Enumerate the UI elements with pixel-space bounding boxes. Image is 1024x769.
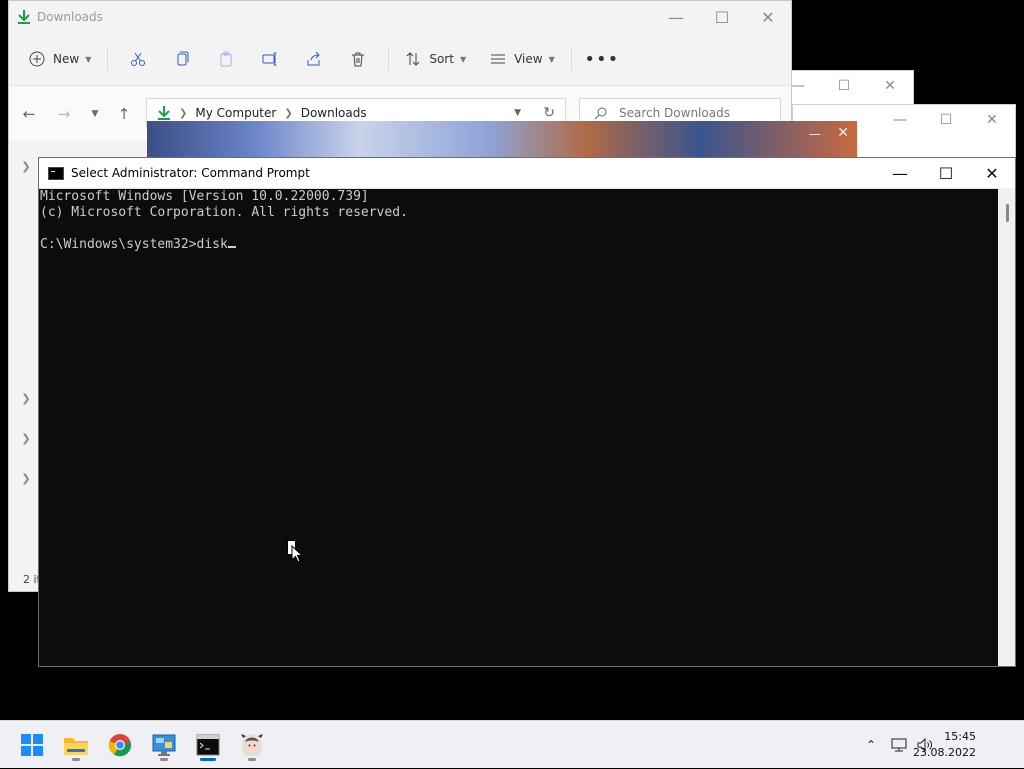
view-button[interactable]: View ▼ (482, 43, 563, 75)
toolbar-divider (388, 47, 390, 71)
sort-label: Sort (429, 52, 454, 66)
chevron-right-icon[interactable]: ❯ (19, 471, 33, 485)
taskbar-chrome[interactable] (100, 727, 140, 763)
clock-time: 15:45 (944, 730, 976, 743)
close-button[interactable]: ✕ (745, 1, 791, 33)
console-line: Microsoft Windows [Version 10.0.22000.73… (40, 189, 369, 204)
chevron-down-icon: ▼ (85, 54, 92, 64)
chevron-down-icon[interactable]: ❯ (19, 159, 33, 173)
chevron-right-icon: ❯ (179, 107, 188, 119)
command-prompt-icon (48, 166, 64, 180)
network-icon[interactable] (890, 737, 908, 753)
close-button[interactable]: ✕ (969, 158, 1015, 188)
rename-icon (262, 52, 277, 66)
minimize-icon[interactable]: — (809, 127, 821, 141)
close-icon[interactable]: ✕ (969, 105, 1015, 135)
recent-locations-button[interactable]: ▼ (83, 102, 107, 126)
mouse-pointer-icon (291, 545, 303, 563)
more-icon: ••• (584, 48, 620, 70)
breadcrumb-my-computer[interactable]: My Computer (195, 106, 276, 120)
taskbar-file-explorer[interactable] (56, 727, 96, 763)
running-indicator (72, 758, 80, 761)
chevron-right-icon: ❯ (284, 107, 293, 119)
breadcrumb-downloads[interactable]: Downloads (301, 106, 367, 120)
cmd-title: Select Administrator: Command Prompt (71, 166, 310, 180)
close-icon[interactable]: ✕ (867, 71, 913, 101)
more-options-button[interactable]: ••• (584, 43, 620, 75)
copy-button[interactable] (166, 43, 198, 75)
close-icon[interactable]: ✕ (837, 125, 849, 141)
new-label: New (53, 52, 80, 66)
cmd-titlebar[interactable]: Select Administrator: Command Prompt (39, 158, 1015, 189)
minimize-icon[interactable]: — (877, 105, 923, 135)
chevron-down-icon: ▼ (459, 54, 467, 64)
clock-date: 23.08.2022 (913, 746, 976, 759)
console-prompt-line[interactable]: C:\Windows\system32>disk (40, 237, 997, 253)
chevron-right-icon[interactable]: ❯ (19, 431, 33, 445)
search-icon (594, 107, 607, 119)
delete-button[interactable] (342, 43, 374, 75)
trash-icon (352, 52, 365, 67)
show-hidden-icons-chevron-icon[interactable]: ⌃ (860, 738, 882, 752)
command-prompt-icon (196, 734, 220, 756)
sort-button[interactable]: Sort ▼ (397, 43, 474, 75)
sort-icon (406, 52, 420, 66)
taskbar-control-panel[interactable] (144, 727, 184, 763)
copy-icon (177, 51, 189, 66)
file-explorer-icon (64, 738, 88, 755)
maximize-button[interactable]: ☐ (923, 158, 969, 188)
running-indicator (160, 758, 168, 761)
command-prompt-window[interactable]: Select Administrator: Command Prompt — ☐… (38, 157, 1016, 667)
minimize-button[interactable]: — (877, 158, 923, 188)
console-line: ​ (40, 221, 997, 237)
taskbar-clock[interactable]: 15:45 23.08.2022 (913, 729, 976, 761)
minimize-button[interactable]: — (653, 1, 699, 33)
chevron-right-icon[interactable]: ❯ (19, 391, 33, 405)
taskbar-command-prompt[interactable] (188, 727, 228, 763)
address-dropdown-icon[interactable]: ▼ (514, 108, 521, 118)
toolbar-divider (570, 47, 572, 71)
console-output[interactable]: Microsoft Windows [Version 10.0.22000.73… (39, 188, 998, 666)
console-input[interactable]: C:\Windows\system32>disk (40, 237, 228, 252)
maximize-button[interactable]: ☐ (699, 1, 745, 33)
vertical-scrollbar[interactable] (998, 188, 1015, 666)
anime-character-icon (241, 734, 263, 756)
plus-circle-icon (29, 51, 45, 67)
scrollbar-thumb[interactable] (1006, 204, 1009, 222)
explorer-title: Downloads (37, 10, 103, 24)
chevron-down-icon: ▼ (548, 54, 555, 64)
console-line: (c) Microsoft Corporation. All rights re… (40, 205, 408, 220)
explorer-toolbar: New ▼ Sort ▼ View ▼ ••• (21, 41, 624, 77)
running-indicator (248, 758, 256, 761)
maximize-icon[interactable]: ☐ (821, 71, 867, 101)
taskbar-character-app[interactable] (232, 727, 272, 763)
paste-button[interactable] (210, 43, 242, 75)
start-button[interactable] (12, 727, 52, 763)
image-viewer-window[interactable]: — ✕ (147, 121, 857, 157)
download-icon (18, 10, 30, 24)
back-button[interactable]: ← (17, 102, 41, 126)
share-icon (307, 51, 321, 66)
rename-button[interactable] (254, 43, 286, 75)
text-cursor (227, 246, 236, 248)
chrome-icon (108, 734, 132, 757)
new-button[interactable]: New ▼ (21, 43, 99, 75)
download-icon (158, 106, 170, 120)
maximize-icon[interactable]: ☐ (923, 105, 969, 135)
view-label: View (514, 52, 543, 66)
taskbar: ⌃ 15:45 23.08.2022 (0, 720, 1024, 768)
start-icon (21, 734, 43, 756)
share-button[interactable] (298, 43, 330, 75)
clipboard-icon (220, 51, 232, 67)
search-placeholder: Search Downloads (619, 106, 730, 120)
active-indicator (200, 758, 216, 761)
scissors-icon (131, 52, 146, 66)
cut-button[interactable] (122, 43, 154, 75)
control-panel-icon (152, 734, 176, 756)
forward-button[interactable]: → (52, 102, 76, 126)
refresh-icon[interactable]: ↻ (543, 105, 555, 121)
up-button[interactable]: ↑ (112, 102, 136, 126)
view-lines-icon (491, 54, 506, 64)
toolbar-divider (107, 47, 109, 71)
